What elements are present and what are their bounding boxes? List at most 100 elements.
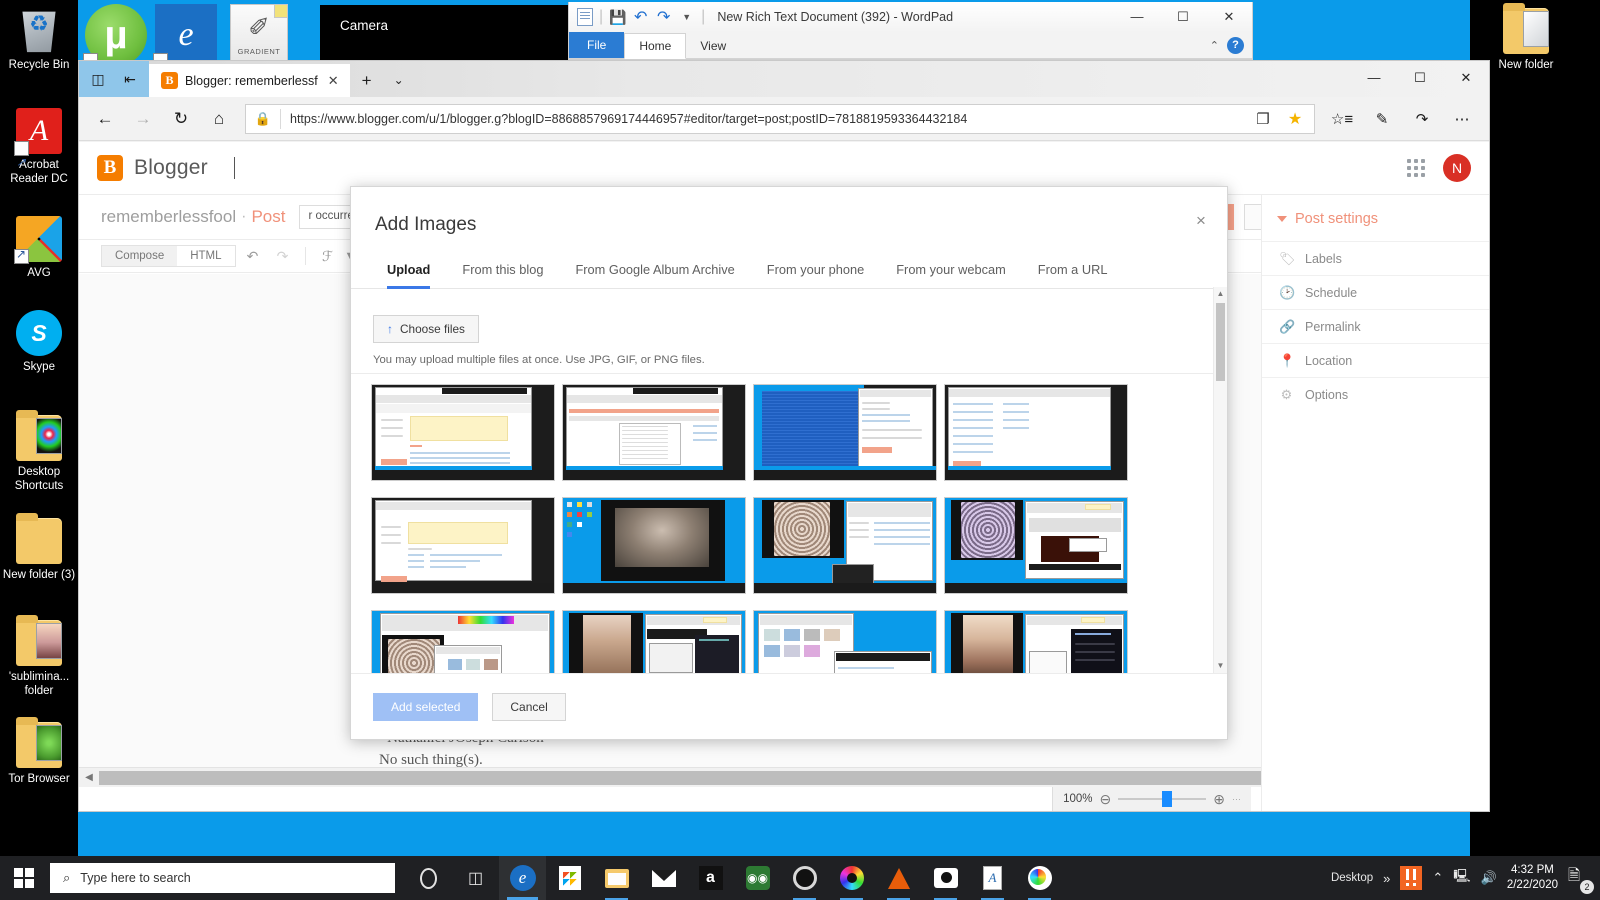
collapse-ribbon-icon[interactable]: ⌃ bbox=[1210, 39, 1219, 52]
desktop-icon-tor-browser[interactable]: Tor Browser bbox=[0, 717, 78, 786]
scroll-down-icon[interactable]: ▼ bbox=[1214, 659, 1227, 673]
more-settings-icon[interactable]: ⋯ bbox=[1443, 103, 1481, 135]
zoom-in-button[interactable]: ⊕ bbox=[1213, 791, 1225, 808]
post-settings-header[interactable]: Post settings bbox=[1262, 195, 1489, 241]
back-button[interactable]: ← bbox=[87, 103, 123, 135]
tray-app-icon[interactable] bbox=[1400, 866, 1423, 890]
zoom-out-button[interactable]: ⊖ bbox=[1100, 791, 1112, 808]
taskbar-app-mail[interactable] bbox=[640, 856, 687, 900]
undo-icon[interactable]: ↶ bbox=[240, 248, 266, 265]
taskbar-clock[interactable]: 4:32 PM 2/22/2020 bbox=[1507, 863, 1558, 893]
tab-from-a-url[interactable]: From a URL bbox=[1022, 252, 1124, 288]
settings-row-options[interactable]: ⚙ Options bbox=[1262, 377, 1489, 411]
tray-overflow-icon[interactable]: » bbox=[1383, 871, 1390, 886]
thumbnail-item[interactable] bbox=[562, 497, 746, 594]
notification-center-icon[interactable]: 🗎 2 bbox=[1568, 865, 1594, 894]
chevron-down-icon[interactable]: ⌄ bbox=[384, 64, 414, 97]
thumbnail-grid-scrollbar[interactable]: ▲ ▼ bbox=[1213, 287, 1227, 673]
add-selected-button[interactable]: Add selected bbox=[373, 692, 479, 721]
thumbnail-item[interactable] bbox=[944, 610, 1128, 673]
taskbar-app-vlc[interactable] bbox=[875, 856, 922, 900]
desktop-icon-subliminal-folder[interactable]: 'sublimina... folder bbox=[0, 615, 78, 698]
new-tab-button[interactable]: + bbox=[350, 64, 384, 97]
taskbar-app-task-view[interactable]: ◫ bbox=[452, 856, 499, 900]
show-hidden-icons-icon[interactable]: ⌃ bbox=[1432, 870, 1443, 886]
tab-file[interactable]: File bbox=[569, 32, 625, 58]
save-icon[interactable]: 💾 bbox=[609, 9, 626, 26]
customize-quick-access-icon[interactable]: ▼ bbox=[678, 9, 695, 26]
wordpad-window[interactable]: | 💾 ↶ ↷ ▼ | New Rich Text Document (392)… bbox=[568, 2, 1253, 64]
blogger-logo-icon[interactable]: B bbox=[97, 155, 123, 181]
scroll-thumb[interactable] bbox=[1216, 303, 1225, 381]
zoom-slider-thumb[interactable] bbox=[1162, 791, 1173, 807]
settings-row-permalink[interactable]: 🔗 Permalink bbox=[1262, 309, 1489, 343]
cancel-button[interactable]: Cancel bbox=[492, 692, 566, 721]
add-images-dialog[interactable]: Add Images × Upload From this blog From … bbox=[350, 186, 1228, 740]
taskbar-app-file-explorer[interactable] bbox=[593, 856, 640, 900]
tab-from-google-album-archive[interactable]: From Google Album Archive bbox=[559, 252, 750, 288]
taskbar-app-camera[interactable] bbox=[922, 856, 969, 900]
choose-files-button[interactable]: ↑ Choose files bbox=[373, 315, 479, 343]
thumbnail-item[interactable] bbox=[371, 384, 555, 481]
desktop-icon-desktop-shortcuts[interactable]: Desktop Shortcuts bbox=[0, 410, 78, 493]
taskbar-app-rgb[interactable] bbox=[828, 856, 875, 900]
close-icon[interactable]: × bbox=[1189, 209, 1213, 233]
search-input[interactable]: ⌕ Type here to search bbox=[50, 863, 395, 893]
browser-tab-blogger[interactable]: B Blogger: rememberlessf ✕ bbox=[149, 64, 350, 97]
tab-html[interactable]: HTML bbox=[177, 246, 234, 266]
start-button[interactable] bbox=[0, 856, 48, 900]
thumbnail-item[interactable] bbox=[753, 497, 937, 594]
scroll-left-icon[interactable]: ◀ bbox=[79, 772, 99, 783]
desktop-label[interactable]: Desktop bbox=[1331, 872, 1373, 884]
forward-button[interactable]: → bbox=[125, 103, 161, 135]
thumbnail-item[interactable] bbox=[944, 497, 1128, 594]
volume-icon[interactable]: 🔊 bbox=[1481, 870, 1497, 886]
share-icon[interactable]: ↷ bbox=[1403, 103, 1441, 135]
settings-row-schedule[interactable]: 🕑 Schedule bbox=[1262, 275, 1489, 309]
taskbar-app-microsoft-store[interactable] bbox=[546, 856, 593, 900]
address-bar[interactable]: 🔒 https://www.blogger.com/u/1/blogger.g?… bbox=[245, 103, 1315, 134]
web-notes-icon[interactable]: ✎ bbox=[1363, 103, 1401, 135]
home-button[interactable]: ⌂ bbox=[201, 103, 237, 135]
thumbnail-item[interactable] bbox=[371, 610, 555, 673]
maximize-button[interactable]: ☐ bbox=[1397, 61, 1443, 94]
minimize-button[interactable]: — bbox=[1114, 2, 1160, 32]
taskbar-app-wordpad[interactable]: A bbox=[969, 856, 1016, 900]
redo-icon[interactable]: ↷ bbox=[655, 9, 672, 26]
settings-row-location[interactable]: 📍 Location bbox=[1262, 343, 1489, 377]
thumbnail-item[interactable] bbox=[562, 384, 746, 481]
desktop-icon-new-folder[interactable]: New folder bbox=[1487, 3, 1565, 72]
wordpad-titlebar[interactable]: | 💾 ↶ ↷ ▼ | New Rich Text Document (392)… bbox=[569, 2, 1252, 32]
font-family-icon[interactable]: ℱ bbox=[315, 248, 341, 265]
undo-icon[interactable]: ↶ bbox=[632, 9, 649, 26]
redo-icon[interactable]: ↷ bbox=[270, 248, 296, 265]
taskbar-app-cortana[interactable] bbox=[405, 856, 452, 900]
desktop-tile-gradient-file[interactable]: ✐ GRADIENT bbox=[230, 4, 288, 66]
minimize-button[interactable]: — bbox=[1351, 61, 1397, 94]
help-icon[interactable]: ? bbox=[1227, 37, 1244, 54]
desktop-icon-new-folder-3[interactable]: New folder (3) bbox=[0, 513, 78, 582]
taskbar-app-microsoft-edge[interactable]: e bbox=[499, 856, 546, 900]
scroll-up-icon[interactable]: ▲ bbox=[1214, 287, 1227, 301]
tab-view[interactable]: View bbox=[686, 34, 740, 58]
desktop-icon-skype[interactable]: S Skype bbox=[0, 310, 78, 374]
tab-from-your-webcam[interactable]: From your webcam bbox=[880, 252, 1022, 288]
tab-upload[interactable]: Upload bbox=[371, 252, 446, 289]
taskbar-app-obs-studio[interactable] bbox=[781, 856, 828, 900]
desktop-icon-acrobat-reader[interactable]: A Acrobat Reader DC bbox=[0, 108, 78, 186]
tab-home[interactable]: Home bbox=[624, 33, 687, 59]
reading-view-icon[interactable]: ❐ bbox=[1248, 110, 1278, 128]
refresh-button[interactable]: ↻ bbox=[163, 103, 199, 135]
settings-row-labels[interactable]: 🏷 Labels bbox=[1262, 241, 1489, 275]
apps-grid-icon[interactable] bbox=[1407, 159, 1425, 177]
taskbar-app-paint[interactable] bbox=[1016, 856, 1063, 900]
tab-compose[interactable]: Compose bbox=[102, 246, 178, 266]
zoom-slider[interactable] bbox=[1118, 791, 1207, 807]
desktop-tile-edge[interactable]: e bbox=[153, 4, 217, 113]
tab-preview-icon[interactable]: ◫ bbox=[85, 66, 111, 92]
desktop-icon-avg[interactable]: AVG bbox=[0, 216, 78, 280]
thumbnail-item[interactable] bbox=[753, 384, 937, 481]
thumbnail-item[interactable] bbox=[371, 497, 555, 594]
tab-from-your-phone[interactable]: From your phone bbox=[751, 252, 880, 288]
avatar[interactable]: N bbox=[1443, 154, 1471, 182]
